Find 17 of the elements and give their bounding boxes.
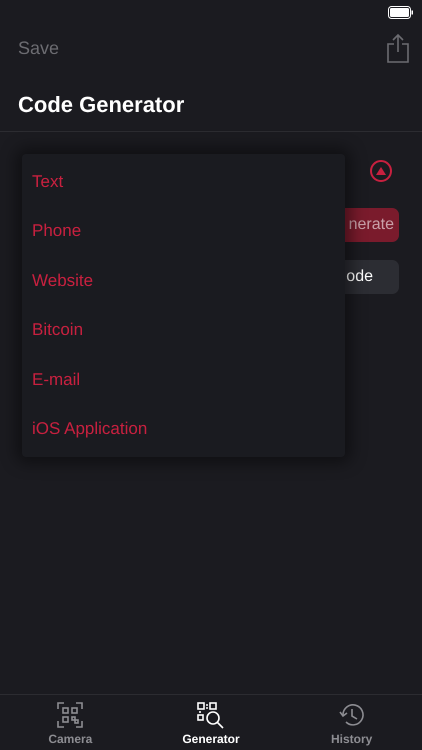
page-title: Code Generator [0,72,422,132]
tab-bar-item[interactable]: Camera [0,695,141,750]
menu-option[interactable]: Website [22,256,345,306]
tab-bar-item[interactable]: Generator [140,695,282,750]
share-icon[interactable] [386,33,410,63]
menu-option[interactable]: Text [22,157,345,206]
battery-icon [388,6,414,18]
menu-option[interactable]: Bitcoin [22,306,345,355]
up-triangle-icon [376,167,386,175]
qr-search-icon [196,701,226,729]
menu-option[interactable]: iOS Application [22,404,345,454]
collapse-button[interactable] [370,160,392,182]
menu-option[interactable]: Phone [22,206,345,256]
save-button[interactable]: Save [18,38,60,58]
qr-scan-icon [56,701,84,729]
tab-bar-item[interactable]: History [281,695,422,750]
menu-option[interactable]: E-mail [22,355,345,404]
